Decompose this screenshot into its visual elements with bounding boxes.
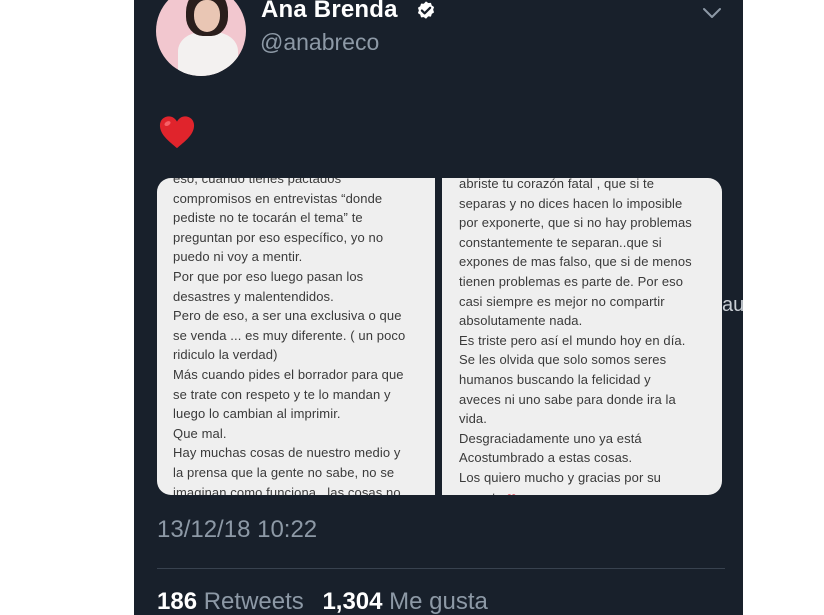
image-text-line: Acostumbrado a estas cosas. — [459, 450, 633, 466]
image-right-text: abriste tu corazón fatal , que si te sepa… — [459, 178, 716, 495]
display-name[interactable]: Ana Brenda — [261, 0, 398, 24]
media-image-left[interactable]: eso, cuando tienes pactados compromisos e… — [157, 178, 435, 495]
divider — [157, 568, 725, 569]
media-image-right[interactable]: abriste tu corazón fatal , que si te sepa… — [442, 178, 722, 495]
image-text-line: absolutamente nada. — [459, 313, 583, 329]
avatar[interactable] — [156, 0, 246, 76]
image-text-line: abriste tu corazón fatal , que si te — [459, 178, 655, 191]
image-text-line: Pero de eso, a ser una exclusiva o que — [173, 308, 402, 324]
red-heart-emoji — [159, 116, 195, 149]
image-text-line: puedo ni voy a mentir. — [173, 249, 303, 265]
image-text-line: imaginan como funciona.. las cosas no — [173, 484, 401, 496]
image-text-line: Es triste pero así el mundo hoy en día. — [459, 332, 686, 348]
verified-badge-icon — [417, 1, 435, 19]
tweet-media[interactable]: eso, cuando tienes pactados compromisos e… — [157, 178, 722, 495]
tweet-timestamp[interactable]: 13/12/18 10:22 — [157, 516, 317, 544]
chevron-down-icon[interactable] — [702, 6, 722, 20]
image-text-line: expones de mas falso, que si de menos — [459, 254, 692, 270]
image-text-line: tienen problemas es parte de. Por eso — [459, 273, 684, 289]
image-text-line: eso, cuando tienes pactados — [173, 178, 342, 186]
image-left-text: eso, cuando tienes pactados compromisos e… — [173, 178, 429, 495]
image-text-line: Por que por eso luego pasan los — [173, 268, 364, 284]
username-handle[interactable]: @anabreco — [260, 29, 379, 56]
image-text-line: respeto ❤ — [459, 488, 716, 496]
small-heart-icon: ❤ — [503, 491, 517, 496]
tweet-card: Ana Brenda @anabreco eso, cuando tienes … — [134, 0, 743, 615]
image-text-line: compromisos en entrevistas “donde — [173, 190, 383, 206]
image-text-line: la prensa que la gente no sabe, no se — [173, 464, 395, 480]
image-text-line: humanos buscando la felicidad y — [459, 371, 651, 387]
image-text-line: Se les olvida que solo somos seres — [459, 352, 667, 368]
retweets-count[interactable]: 186 — [157, 588, 197, 615]
image-text-line: desastres y malentendidos. — [173, 288, 334, 304]
watermark: au — [722, 294, 745, 316]
image-text-line: por exponerte, que si no hay problemas — [459, 215, 692, 231]
likes-count[interactable]: 1,304 — [322, 588, 382, 615]
image-text-line: Hay muchas cosas de nuestro medio y — [173, 445, 401, 461]
image-text-line: luego lo cambian al imprimir. — [173, 406, 341, 422]
image-text-line: se venda ... es muy diferente. ( un poco — [173, 327, 406, 343]
avatar-coat — [178, 32, 238, 76]
image-text-line: Los quiero mucho y gracias por su — [459, 469, 662, 485]
image-text-line: vida. — [459, 411, 487, 427]
image-text-line: Más cuando pides el borrador para que — [173, 366, 404, 382]
image-text-line: aveces ni uno sabe para donde ira la — [459, 391, 676, 407]
retweets-label[interactable]: Retweets — [204, 588, 304, 615]
image-text-line: Que mal. — [173, 425, 227, 441]
image-text-line: preguntan por eso específico, yo no — [173, 229, 384, 245]
likes-label[interactable]: Me gusta — [389, 588, 488, 615]
image-text-line: casi siempre es mejor no compartir — [459, 293, 665, 309]
image-text-line: constantemente te separan..que si — [459, 234, 662, 250]
image-text-line: se trate con respeto y te lo mandan y — [173, 386, 391, 402]
media-divider — [435, 178, 442, 495]
image-text-line: separas y no dices hacen lo imposible — [459, 195, 683, 211]
image-text-line: ridiculo la verdad) — [173, 347, 278, 363]
tweet-stats: 186 Retweets 1,304 Me gusta — [157, 588, 500, 615]
image-text-line: Desgraciadamente uno ya está — [459, 430, 642, 446]
image-text-line: pediste no te tocarán el tema” te — [173, 210, 363, 226]
avatar-face — [194, 0, 220, 32]
